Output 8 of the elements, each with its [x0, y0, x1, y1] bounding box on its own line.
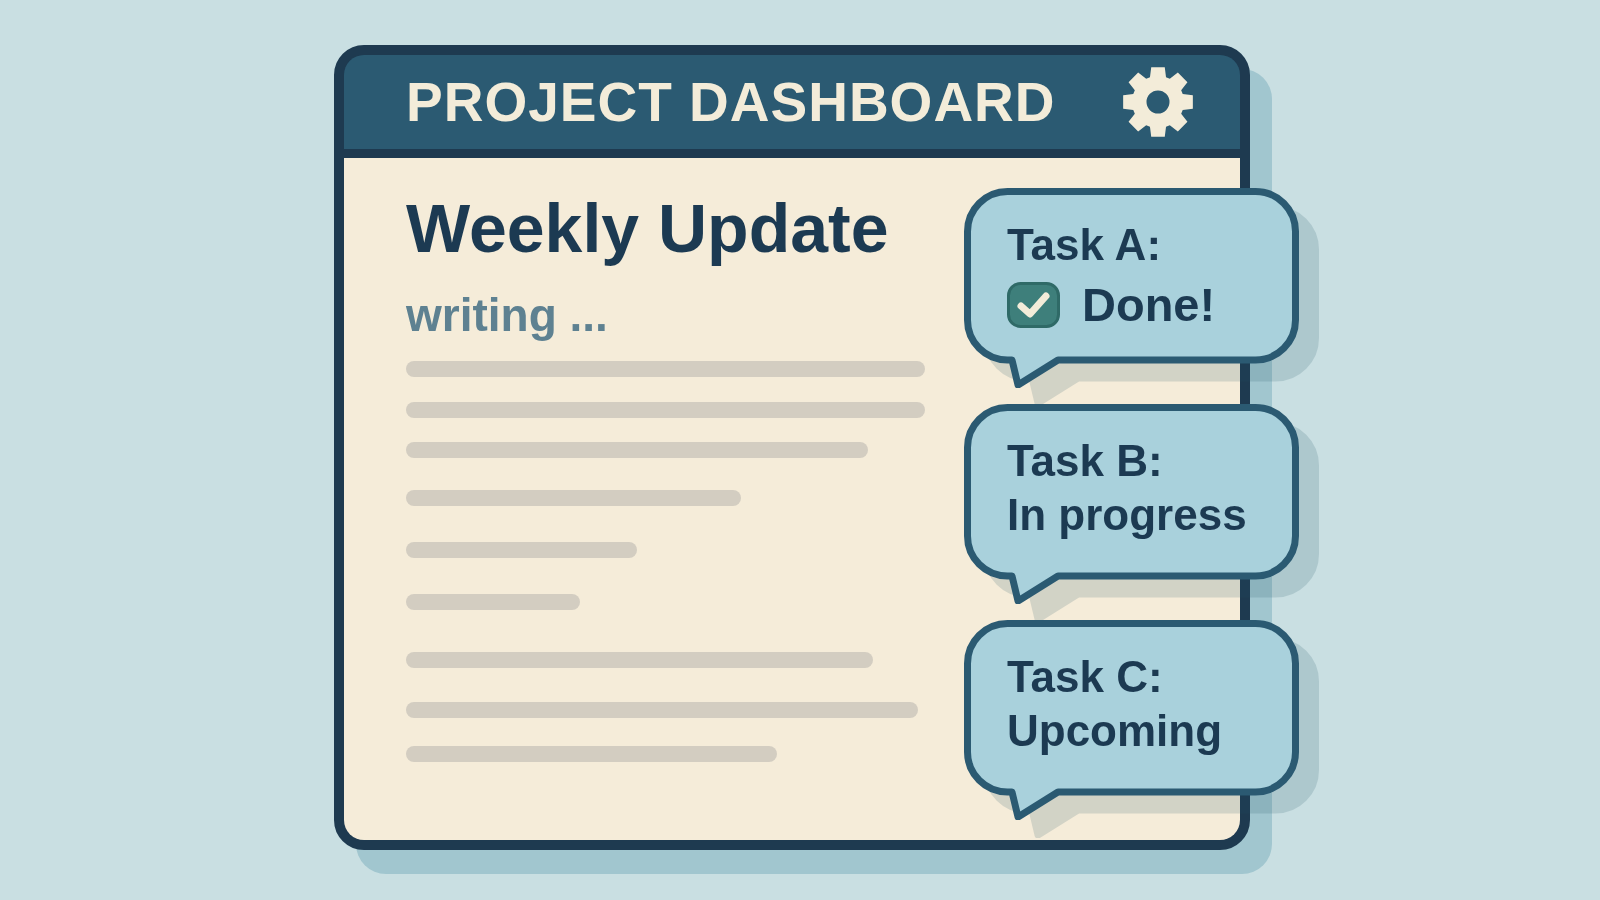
- window-title: PROJECT DASHBOARD: [406, 74, 1056, 130]
- task-label: Task A:: [1007, 219, 1162, 271]
- task-label: Task C:: [1007, 651, 1163, 703]
- task-status: In progress: [1007, 489, 1247, 541]
- task-status: Done!: [1082, 278, 1216, 332]
- task-label: Task B:: [1007, 435, 1163, 487]
- settings-icon[interactable]: [1122, 66, 1194, 138]
- task-status: Upcoming: [1007, 705, 1223, 757]
